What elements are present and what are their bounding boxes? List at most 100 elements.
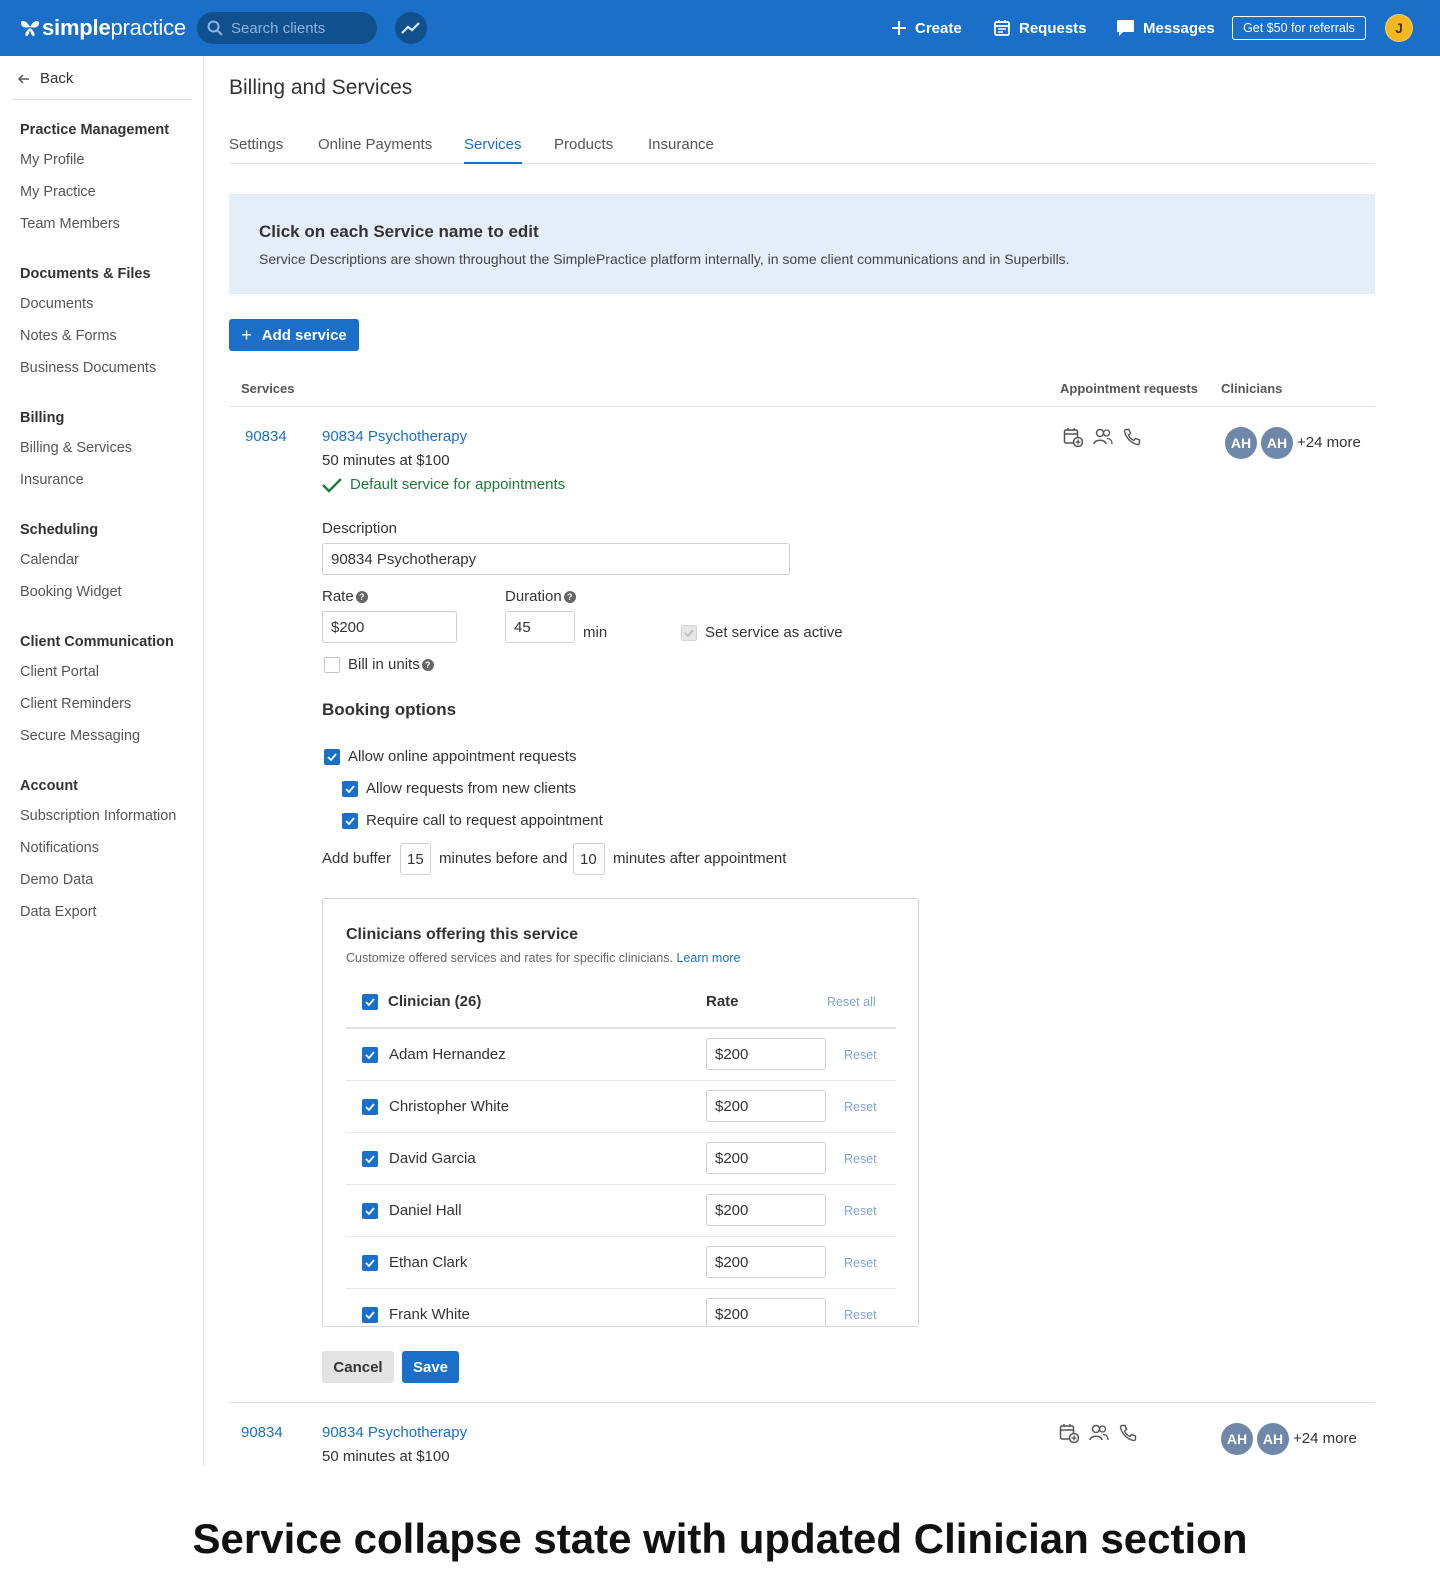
- reset-all-button[interactable]: Reset all: [827, 995, 876, 1009]
- clinicians-card-title: Clinicians offering this service: [346, 926, 579, 943]
- select-all-clinicians-checkbox[interactable]: [362, 994, 378, 1010]
- billing-tabs: Settings Online Payments Services Produc…: [229, 136, 1375, 164]
- sidebar-item-client-reminders[interactable]: Client Reminders: [20, 696, 131, 712]
- clinician-row: David Garcia Reset: [346, 1133, 896, 1185]
- more-clinicians-count[interactable]: +24 more: [1293, 1430, 1357, 1447]
- add-service-button[interactable]: + Add service: [229, 319, 359, 351]
- clinician-rate-input[interactable]: [706, 1038, 826, 1070]
- page-title: Billing and Services: [229, 76, 413, 99]
- require-call-checkbox[interactable]: [342, 813, 358, 829]
- messages-button[interactable]: Messages: [1116, 18, 1215, 38]
- bill-units-checkbox[interactable]: [324, 657, 340, 673]
- top-navigation-bar: simplepractice Create Requests Messages …: [0, 0, 1440, 56]
- clinician-checkbox[interactable]: [362, 1203, 378, 1219]
- checkmark-icon: [365, 1103, 375, 1111]
- reset-button[interactable]: Reset: [844, 1152, 877, 1166]
- column-header-services: Services: [241, 381, 295, 396]
- sidebar-item-notifications[interactable]: Notifications: [20, 840, 99, 856]
- service-duration-price: 50 minutes at $100: [322, 452, 450, 469]
- active-label: Set service as active: [705, 624, 843, 641]
- sidebar-item-notes-forms[interactable]: Notes & Forms: [20, 328, 117, 344]
- trend-chart-icon: [401, 22, 420, 34]
- reset-button[interactable]: Reset: [844, 1100, 877, 1114]
- description-input[interactable]: [322, 543, 790, 575]
- tab-settings[interactable]: Settings: [229, 136, 283, 164]
- clinician-row: Frank White Reset: [346, 1289, 896, 1326]
- reset-button[interactable]: Reset: [844, 1204, 877, 1218]
- caption: Service collapse state with updated Clin…: [192, 1515, 1248, 1562]
- service-name-link[interactable]: 90834 Psychotherapy: [322, 1424, 467, 1441]
- clinician-rate-input[interactable]: [706, 1194, 826, 1226]
- sidebar-divider: [12, 99, 192, 100]
- sidebar-item-insurance[interactable]: Insurance: [20, 472, 84, 488]
- plus-icon: +: [241, 324, 252, 345]
- sidebar-item-documents[interactable]: Documents: [20, 296, 93, 312]
- rate-input[interactable]: [322, 611, 457, 643]
- referral-button[interactable]: Get $50 for referrals: [1232, 16, 1366, 40]
- duration-input[interactable]: [505, 611, 575, 643]
- clinicians-card-subtitle-text: Customize offered services and rates for…: [346, 951, 673, 965]
- reset-button[interactable]: Reset: [844, 1308, 877, 1322]
- create-button[interactable]: Create: [891, 18, 962, 38]
- sidebar-item-my-profile[interactable]: My Profile: [20, 152, 84, 168]
- sidebar-item-calendar[interactable]: Calendar: [20, 552, 79, 568]
- user-avatar[interactable]: J: [1385, 14, 1413, 42]
- banner-description: Service Descriptions are shown throughou…: [259, 251, 1070, 267]
- default-service-indicator: Default service for appointments: [322, 476, 565, 493]
- help-icon[interactable]: ?: [563, 590, 576, 603]
- phone-icon: [1123, 428, 1141, 446]
- reset-button[interactable]: Reset: [844, 1048, 877, 1062]
- allow-online-checkbox[interactable]: [324, 749, 340, 765]
- more-clinicians-count[interactable]: +24 more: [1297, 434, 1361, 451]
- checkmark-icon: [327, 753, 337, 761]
- banner-title: Click on each Service name to edit: [259, 222, 539, 241]
- buffer-prefix: Add buffer: [322, 850, 391, 867]
- sidebar-item-booking-widget[interactable]: Booking Widget: [20, 584, 122, 600]
- create-label: Create: [915, 19, 962, 37]
- clinician-checkbox[interactable]: [362, 1099, 378, 1115]
- settings-sidebar: Back Practice Management My Profile My P…: [0, 56, 204, 1466]
- service-name-link[interactable]: 90834 Psychotherapy: [322, 428, 467, 445]
- sidebar-item-secure-messaging[interactable]: Secure Messaging: [20, 728, 140, 744]
- checkmark-icon: [365, 1311, 375, 1319]
- clinician-rate-input[interactable]: [706, 1142, 826, 1174]
- analytics-button[interactable]: [395, 12, 427, 44]
- clinician-rate-input[interactable]: [706, 1246, 826, 1278]
- reset-button[interactable]: Reset: [844, 1256, 877, 1270]
- active-checkbox[interactable]: [681, 625, 697, 641]
- clinician-checkbox[interactable]: [362, 1255, 378, 1271]
- sidebar-item-billing-services[interactable]: Billing & Services: [20, 440, 132, 456]
- simplepractice-logo[interactable]: simple practice: [20, 14, 186, 42]
- buffer-after-input[interactable]: [573, 843, 605, 875]
- messages-label: Messages: [1143, 19, 1215, 37]
- clinician-rate-input[interactable]: [706, 1298, 826, 1326]
- tab-online-payments[interactable]: Online Payments: [318, 136, 432, 164]
- back-link[interactable]: Back: [18, 70, 73, 87]
- clinician-checkbox[interactable]: [362, 1307, 378, 1323]
- tab-products[interactable]: Products: [554, 136, 613, 164]
- tab-services[interactable]: Services: [464, 136, 522, 164]
- clinician-checkbox[interactable]: [362, 1047, 378, 1063]
- sidebar-item-my-practice[interactable]: My Practice: [20, 184, 96, 200]
- arrow-left-icon: [18, 73, 29, 84]
- help-icon[interactable]: ?: [355, 590, 368, 603]
- cancel-button[interactable]: Cancel: [322, 1351, 394, 1383]
- sidebar-item-subscription[interactable]: Subscription Information: [20, 808, 176, 824]
- tab-insurance[interactable]: Insurance: [648, 136, 714, 164]
- sidebar-item-team-members[interactable]: Team Members: [20, 216, 120, 232]
- search-input[interactable]: [231, 19, 371, 37]
- sidebar-item-business-documents[interactable]: Business Documents: [20, 360, 156, 376]
- save-button[interactable]: Save: [402, 1351, 459, 1383]
- learn-more-link[interactable]: Learn more: [676, 951, 740, 965]
- checkmark-icon: [365, 998, 375, 1006]
- help-icon[interactable]: ?: [421, 658, 434, 671]
- clinician-checkbox[interactable]: [362, 1151, 378, 1167]
- requests-button[interactable]: Requests: [993, 18, 1087, 38]
- sidebar-item-data-export[interactable]: Data Export: [20, 904, 97, 920]
- search-box[interactable]: [197, 12, 377, 44]
- sidebar-item-client-portal[interactable]: Client Portal: [20, 664, 99, 680]
- buffer-before-input[interactable]: [400, 843, 431, 875]
- allow-new-clients-checkbox[interactable]: [342, 781, 358, 797]
- clinician-rate-input[interactable]: [706, 1090, 826, 1122]
- sidebar-item-demo-data[interactable]: Demo Data: [20, 872, 93, 888]
